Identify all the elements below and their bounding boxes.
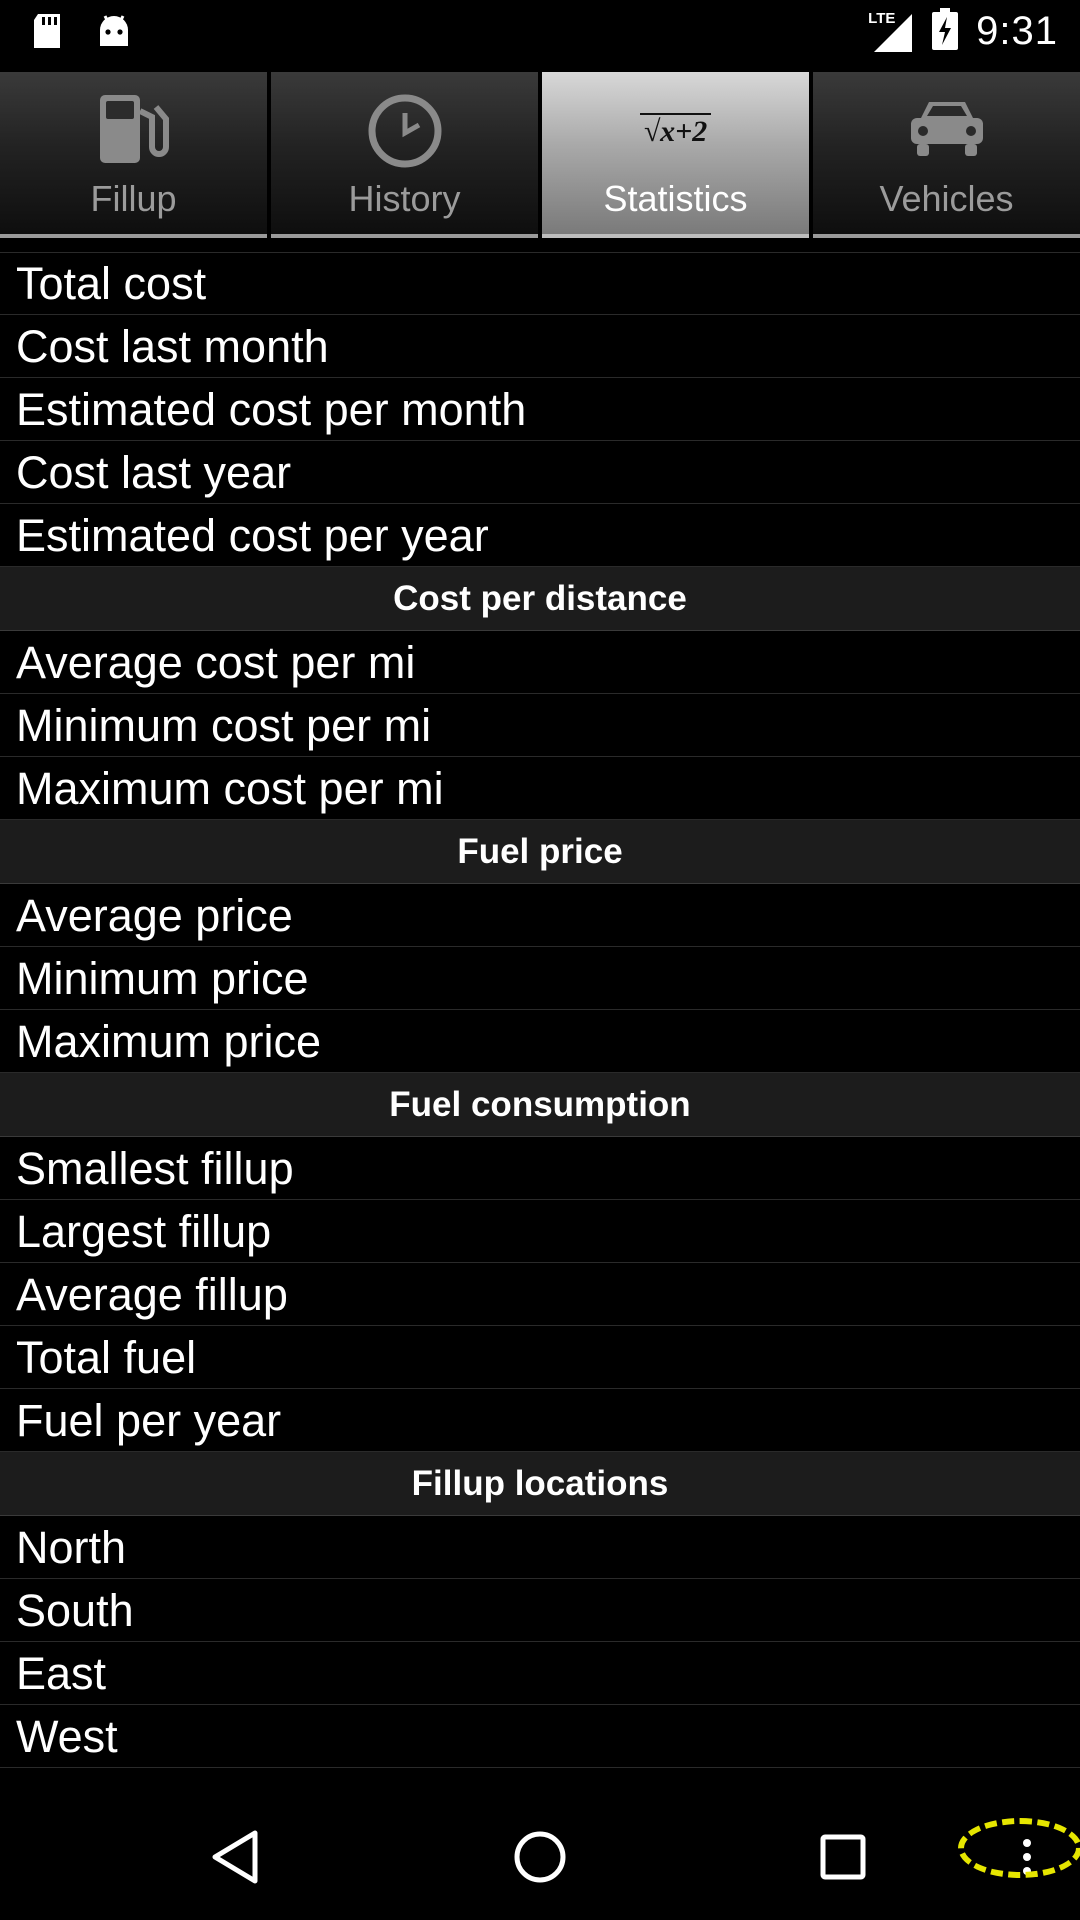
tab-fillup-label: Fillup bbox=[90, 178, 177, 219]
recents-icon[interactable] bbox=[808, 1822, 878, 1892]
stat-smallest-fillup: Smallest fillup bbox=[0, 1137, 1080, 1200]
stat-estimated-cost-per-year: Estimated cost per year bbox=[0, 504, 1080, 567]
home-icon[interactable] bbox=[505, 1822, 575, 1892]
stat-estimated-cost-per-month: Estimated cost per month bbox=[0, 378, 1080, 441]
stat-total-fuel: Total fuel bbox=[0, 1326, 1080, 1389]
sqrt-formula-icon: √x+2 bbox=[639, 88, 712, 174]
status-right: LTE 9:31 bbox=[868, 8, 1058, 55]
tab-bar: Fillup History √x+2 Statistics Vehicles bbox=[0, 72, 1080, 238]
back-icon[interactable] bbox=[200, 1822, 270, 1892]
section-header-fuel-price: Fuel price bbox=[0, 820, 1080, 884]
clock-time: 9:31 bbox=[976, 9, 1058, 53]
tab-vehicles-label: Vehicles bbox=[879, 178, 1014, 219]
clock-icon bbox=[365, 88, 445, 174]
statistics-list[interactable]: Total cost Cost last month Estimated cos… bbox=[0, 252, 1080, 1768]
stat-minimum-cost-per-mi: Minimum cost per mi bbox=[0, 694, 1080, 757]
stat-average-price: Average price bbox=[0, 884, 1080, 947]
stat-total-cost: Total cost bbox=[0, 252, 1080, 315]
location-west: West bbox=[0, 1705, 1080, 1768]
status-bar: LTE 9:31 bbox=[0, 0, 1080, 72]
section-header-cost-per-distance: Cost per distance bbox=[0, 567, 1080, 631]
stat-minimum-price: Minimum price bbox=[0, 947, 1080, 1010]
location-east: East bbox=[0, 1642, 1080, 1705]
location-south: South bbox=[0, 1579, 1080, 1642]
sd-card-icon bbox=[30, 12, 64, 55]
section-header-fuel-consumption: Fuel consumption bbox=[0, 1073, 1080, 1137]
stat-maximum-price: Maximum price bbox=[0, 1010, 1080, 1073]
location-north: North bbox=[0, 1516, 1080, 1579]
tab-vehicles[interactable]: Vehicles bbox=[813, 72, 1080, 238]
network-type-label: LTE bbox=[868, 9, 896, 27]
stat-average-cost-per-mi: Average cost per mi bbox=[0, 631, 1080, 694]
car-icon bbox=[907, 88, 987, 174]
status-left-icons bbox=[30, 12, 132, 55]
tab-history-label: History bbox=[348, 178, 461, 219]
tab-history[interactable]: History bbox=[271, 72, 538, 238]
stat-cost-last-month: Cost last month bbox=[0, 315, 1080, 378]
stat-maximum-cost-per-mi: Maximum cost per mi bbox=[0, 757, 1080, 820]
section-header-fillup-locations: Fillup locations bbox=[0, 1452, 1080, 1516]
overflow-highlight-ring bbox=[958, 1818, 1080, 1878]
tab-statistics[interactable]: √x+2 Statistics bbox=[542, 72, 809, 238]
android-icon bbox=[96, 12, 132, 55]
battery-charging-icon bbox=[932, 8, 959, 55]
lte-signal-icon: LTE bbox=[868, 10, 914, 54]
stat-average-fillup: Average fillup bbox=[0, 1263, 1080, 1326]
fuel-pump-icon bbox=[94, 88, 174, 174]
tab-statistics-label: Statistics bbox=[603, 178, 748, 219]
tab-fillup[interactable]: Fillup bbox=[0, 72, 267, 238]
sqrt-formula-text: √x+2 bbox=[639, 113, 712, 149]
stat-fuel-per-year: Fuel per year bbox=[0, 1389, 1080, 1452]
navigation-bar bbox=[0, 1794, 1080, 1920]
stat-cost-last-year: Cost last year bbox=[0, 441, 1080, 504]
stat-largest-fillup: Largest fillup bbox=[0, 1200, 1080, 1263]
